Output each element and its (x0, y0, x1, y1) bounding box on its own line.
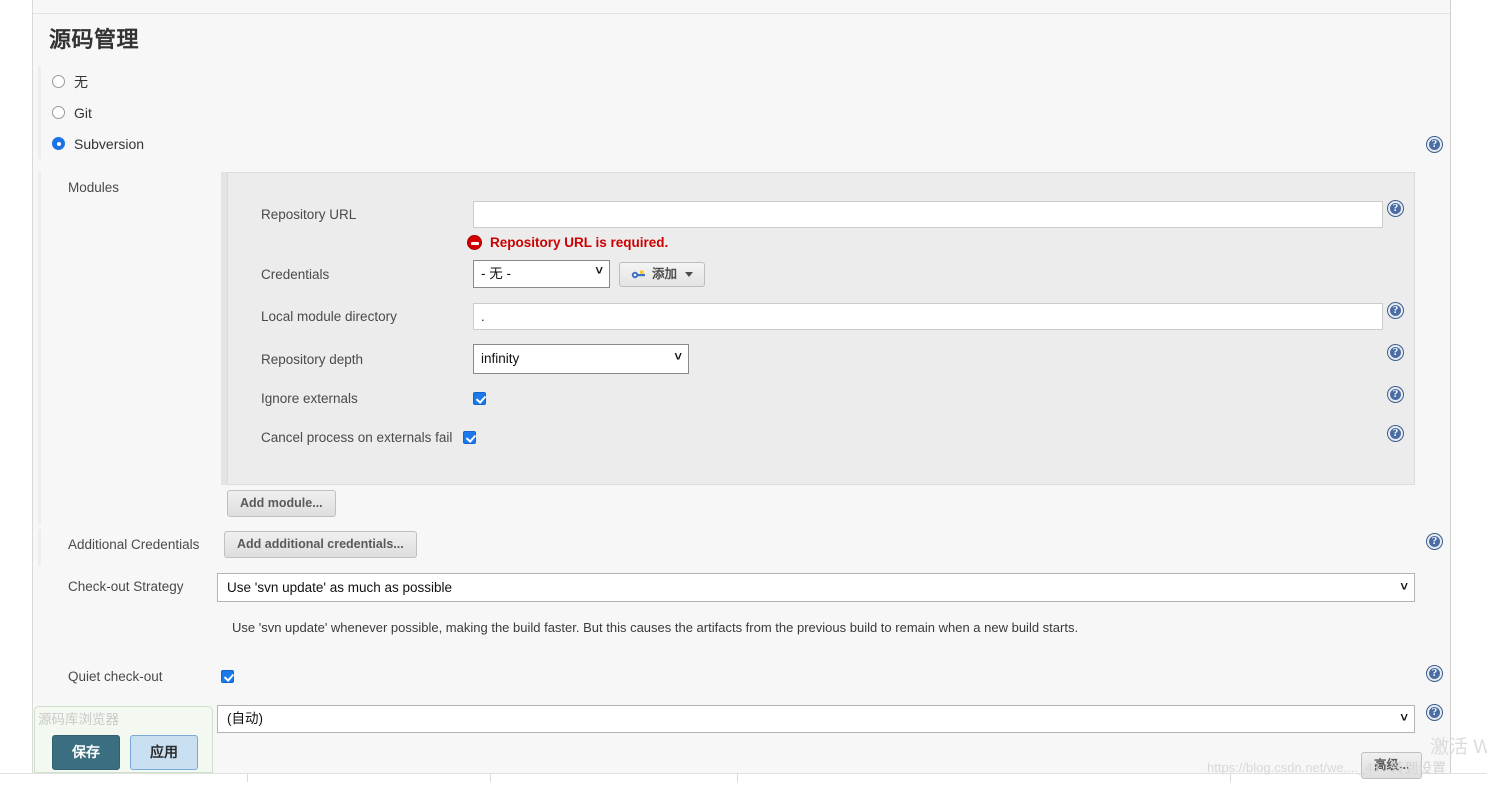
top-divider (33, 13, 1450, 14)
modules-panel-wrap: Repository URL Repository URL is require… (221, 172, 1415, 517)
scm-radio-none[interactable]: 无 (52, 66, 1438, 97)
chevron-down-icon-depth: ˅ (674, 349, 682, 364)
radio-indicator-subversion[interactable] (52, 137, 65, 150)
add-credentials-label: 添加 (652, 266, 678, 281)
right-gutter (1451, 0, 1487, 773)
help-icon-additional-credentials[interactable]: ? (1427, 534, 1442, 549)
repository-depth-label: Repository depth (261, 351, 364, 367)
help-icon-cancel-externals[interactable]: ? (1388, 426, 1403, 441)
repository-url-label: Repository URL (261, 207, 357, 222)
quiet-checkout-checkbox[interactable] (221, 670, 234, 683)
ignore-externals-row: Ignore externals (228, 391, 1414, 406)
chevron-down-icon-repo-browser: ˅ (1400, 710, 1408, 725)
scm-radio-label-none: 无 (74, 73, 88, 90)
chevron-down-icon-strategy: ˅ (1400, 579, 1408, 594)
add-module-wrap: Add module... (227, 490, 336, 517)
repository-browser-select[interactable]: (自动) ˅ (217, 705, 1415, 733)
save-button[interactable]: 保存 (52, 735, 120, 770)
modules-label: Modules (68, 180, 120, 195)
help-icon-scm[interactable]: ? (1427, 137, 1442, 152)
add-module-button[interactable]: Add module... (227, 490, 336, 517)
help-icon-repository-depth[interactable]: ? (1388, 345, 1403, 360)
cancel-externals-label: Cancel process on externals fail (261, 430, 453, 445)
help-icon-local-module-directory[interactable]: ? (1388, 303, 1403, 318)
help-icon-repository-url[interactable]: ? (1388, 201, 1403, 216)
bottom-strip (0, 773, 1487, 788)
repository-url-row: Repository URL (228, 201, 1414, 228)
page-title: 源码管理 (49, 27, 140, 52)
help-icon-ignore-externals[interactable]: ? (1388, 387, 1403, 402)
csdn-watermark: https://blog.csdn.net/we...._43.... (1207, 760, 1395, 775)
screenshot-root: 源码管理 无 Git Subversion ? Modules Reposito… (0, 0, 1487, 788)
bottom-tick-1 (247, 774, 248, 782)
cancel-externals-row: Cancel process on externals fail (228, 430, 1414, 445)
chevron-down-icon-add (685, 271, 694, 277)
repository-browser-label: 源码库浏览器 (38, 712, 119, 727)
scm-radio-git[interactable]: Git (52, 97, 1438, 128)
credentials-label: Credentials (261, 266, 330, 282)
key-icon (631, 270, 645, 279)
repository-url-input[interactable] (473, 201, 1383, 228)
scm-radio-label-subversion: Subversion (74, 135, 145, 152)
help-icon-quiet-checkout[interactable]: ? (1427, 666, 1442, 681)
ignore-externals-label: Ignore externals (261, 391, 358, 406)
apply-button[interactable]: 应用 (130, 735, 198, 770)
help-icon-repository-browser[interactable]: ? (1427, 705, 1442, 720)
add-additional-credentials-button[interactable]: Add additional credentials... (224, 531, 417, 558)
ignore-externals-checkbox[interactable] (473, 392, 486, 405)
module-panel: Repository URL Repository URL is require… (227, 172, 1415, 485)
local-module-directory-input[interactable]: . (473, 303, 1383, 330)
windows-activation-watermark-line1: 激活 W (1430, 737, 1487, 758)
windows-activation-watermark-line2: 转到设置 (1390, 760, 1446, 776)
cancel-externals-checkbox[interactable] (463, 431, 476, 444)
scm-radio-group: 无 Git Subversion (38, 66, 1438, 159)
repository-url-error-text: Repository URL is required. (490, 235, 669, 250)
quiet-checkout-label: Quiet check-out (68, 669, 163, 684)
bottom-tick-2 (490, 774, 491, 782)
additional-credentials-label: Additional Credentials (68, 537, 200, 552)
repository-url-error: Repository URL is required. (467, 235, 668, 250)
checkout-strategy-select[interactable]: Use 'svn update' as much as possible ˅ (217, 573, 1415, 602)
repository-browser-value: (自动) (227, 711, 263, 726)
repository-depth-row: Repository depth infinity ˅ (228, 344, 1414, 374)
checkout-strategy-value: Use 'svn update' as much as possible (227, 580, 453, 595)
radio-indicator-git[interactable] (52, 106, 65, 119)
repository-depth-select[interactable]: infinity ˅ (473, 344, 689, 374)
checkout-strategy-description: Use 'svn update' whenever possible, maki… (232, 620, 1079, 635)
scm-radio-subversion[interactable]: Subversion (52, 128, 1438, 159)
credentials-row: Credentials - 无 - ˅ 添加 (228, 260, 1414, 288)
bottom-tick-4 (1230, 774, 1231, 782)
chevron-down-icon-credentials: ˅ (595, 263, 603, 278)
bottom-tick-3 (737, 774, 738, 782)
repository-depth-value: infinity (481, 351, 520, 366)
local-module-directory-label: Local module directory (261, 309, 397, 324)
scm-radio-label-git: Git (74, 104, 92, 121)
error-icon (467, 235, 482, 250)
checkout-strategy-label: Check-out Strategy (68, 579, 184, 594)
credentials-select-value: - 无 - (481, 266, 511, 281)
add-credentials-button[interactable]: 添加 (619, 261, 706, 287)
credentials-select[interactable]: - 无 - ˅ (473, 260, 610, 288)
radio-indicator-none[interactable] (52, 75, 65, 88)
additional-credentials-wrap: Add additional credentials... (224, 531, 417, 558)
local-module-directory-row: Local module directory . (228, 303, 1414, 330)
